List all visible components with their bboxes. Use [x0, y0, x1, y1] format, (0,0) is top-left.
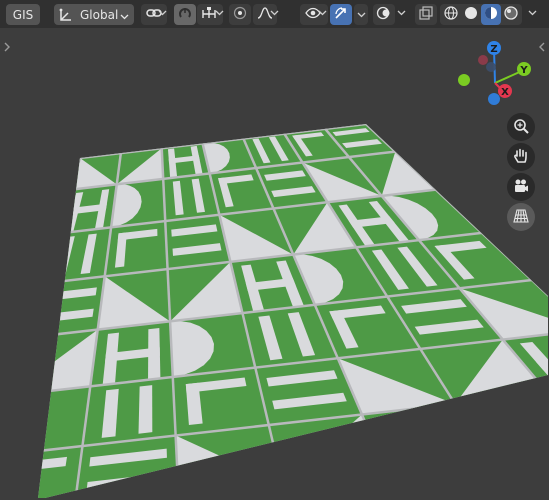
gis-menu-button[interactable]: GIS [6, 4, 40, 25]
tile [268, 414, 388, 485]
tile-bar [387, 431, 462, 448]
axis-neg-z-handle [486, 62, 496, 72]
snap-magnet-icon [177, 5, 193, 24]
axis-neg-x-handle [478, 55, 488, 65]
tile-half-circle [455, 403, 532, 462]
chevron-down-icon[interactable] [215, 8, 225, 18]
chevron-down-icon [357, 8, 366, 22]
rendered-shading-button[interactable] [501, 4, 521, 25]
transform-orientation-dropdown[interactable]: Global [54, 4, 134, 25]
perspective-toggle-button[interactable] [507, 203, 535, 231]
snap-toggle-button[interactable] [174, 4, 196, 25]
chevron-down-icon [120, 10, 129, 24]
perspective-grid-icon [512, 207, 530, 228]
3d-viewport[interactable]: Z Y X [0, 28, 549, 500]
tile [455, 393, 548, 462]
tile-bar [378, 417, 419, 472]
overlays-icon [376, 5, 392, 24]
tile-half-circle [38, 395, 47, 457]
proportional-editing-icon [233, 6, 247, 23]
tile-bar [430, 411, 476, 465]
hand-pan-icon [512, 147, 530, 168]
material-preview-button[interactable] [481, 4, 501, 25]
axis-neg-y-handle [458, 74, 470, 86]
axis-y-label: Y [519, 65, 528, 76]
navigation-gizmo[interactable]: Z Y X [450, 38, 549, 128]
rendered-shading-icon [503, 5, 519, 24]
solid-shading-icon [463, 5, 479, 24]
gizmo-toggle-icon [333, 5, 349, 24]
viewport-header: GIS Global [0, 0, 549, 28]
tile [82, 376, 176, 447]
pan-button[interactable] [507, 143, 535, 171]
tile [41, 227, 112, 284]
xray-toggle-icon [418, 5, 434, 24]
wireframe-shading-icon [443, 5, 459, 24]
material-preview-icon [483, 5, 499, 24]
axis-z-label: Z [490, 44, 497, 55]
orientation-label: Global [80, 7, 119, 22]
zoom-icon [512, 117, 530, 138]
proportional-editing-button[interactable] [229, 4, 251, 25]
tile [38, 446, 83, 498]
transform-orientation-icon [58, 7, 74, 23]
wireframe-shading-button[interactable] [441, 4, 461, 25]
axis-neg-z-bottom-handle [488, 93, 500, 105]
tile [104, 221, 168, 277]
tile-bar [0, 463, 15, 500]
tile [361, 403, 492, 474]
tile [38, 276, 105, 338]
xray-toggle-button[interactable] [415, 4, 437, 25]
tile-bar [138, 385, 153, 434]
zoom-button[interactable] [507, 113, 535, 141]
overlays-button[interactable] [373, 4, 395, 25]
camera-view-button[interactable] [507, 173, 535, 201]
chevron-down-icon[interactable] [158, 8, 168, 18]
axis-x-label: X [501, 87, 509, 98]
gizmo-dropdown[interactable] [354, 4, 368, 25]
solid-shading-button[interactable] [461, 4, 481, 25]
gizmo-toggle-button[interactable] [330, 4, 352, 25]
chevron-down-icon[interactable] [270, 8, 280, 18]
toolbar-expand-arrow[interactable] [3, 42, 11, 55]
chevron-down-icon[interactable] [528, 8, 538, 18]
camera-view-icon [512, 177, 530, 198]
chevron-down-icon[interactable] [397, 8, 407, 18]
chevron-down-icon[interactable] [318, 8, 328, 18]
gis-menu-label: GIS [12, 7, 34, 22]
